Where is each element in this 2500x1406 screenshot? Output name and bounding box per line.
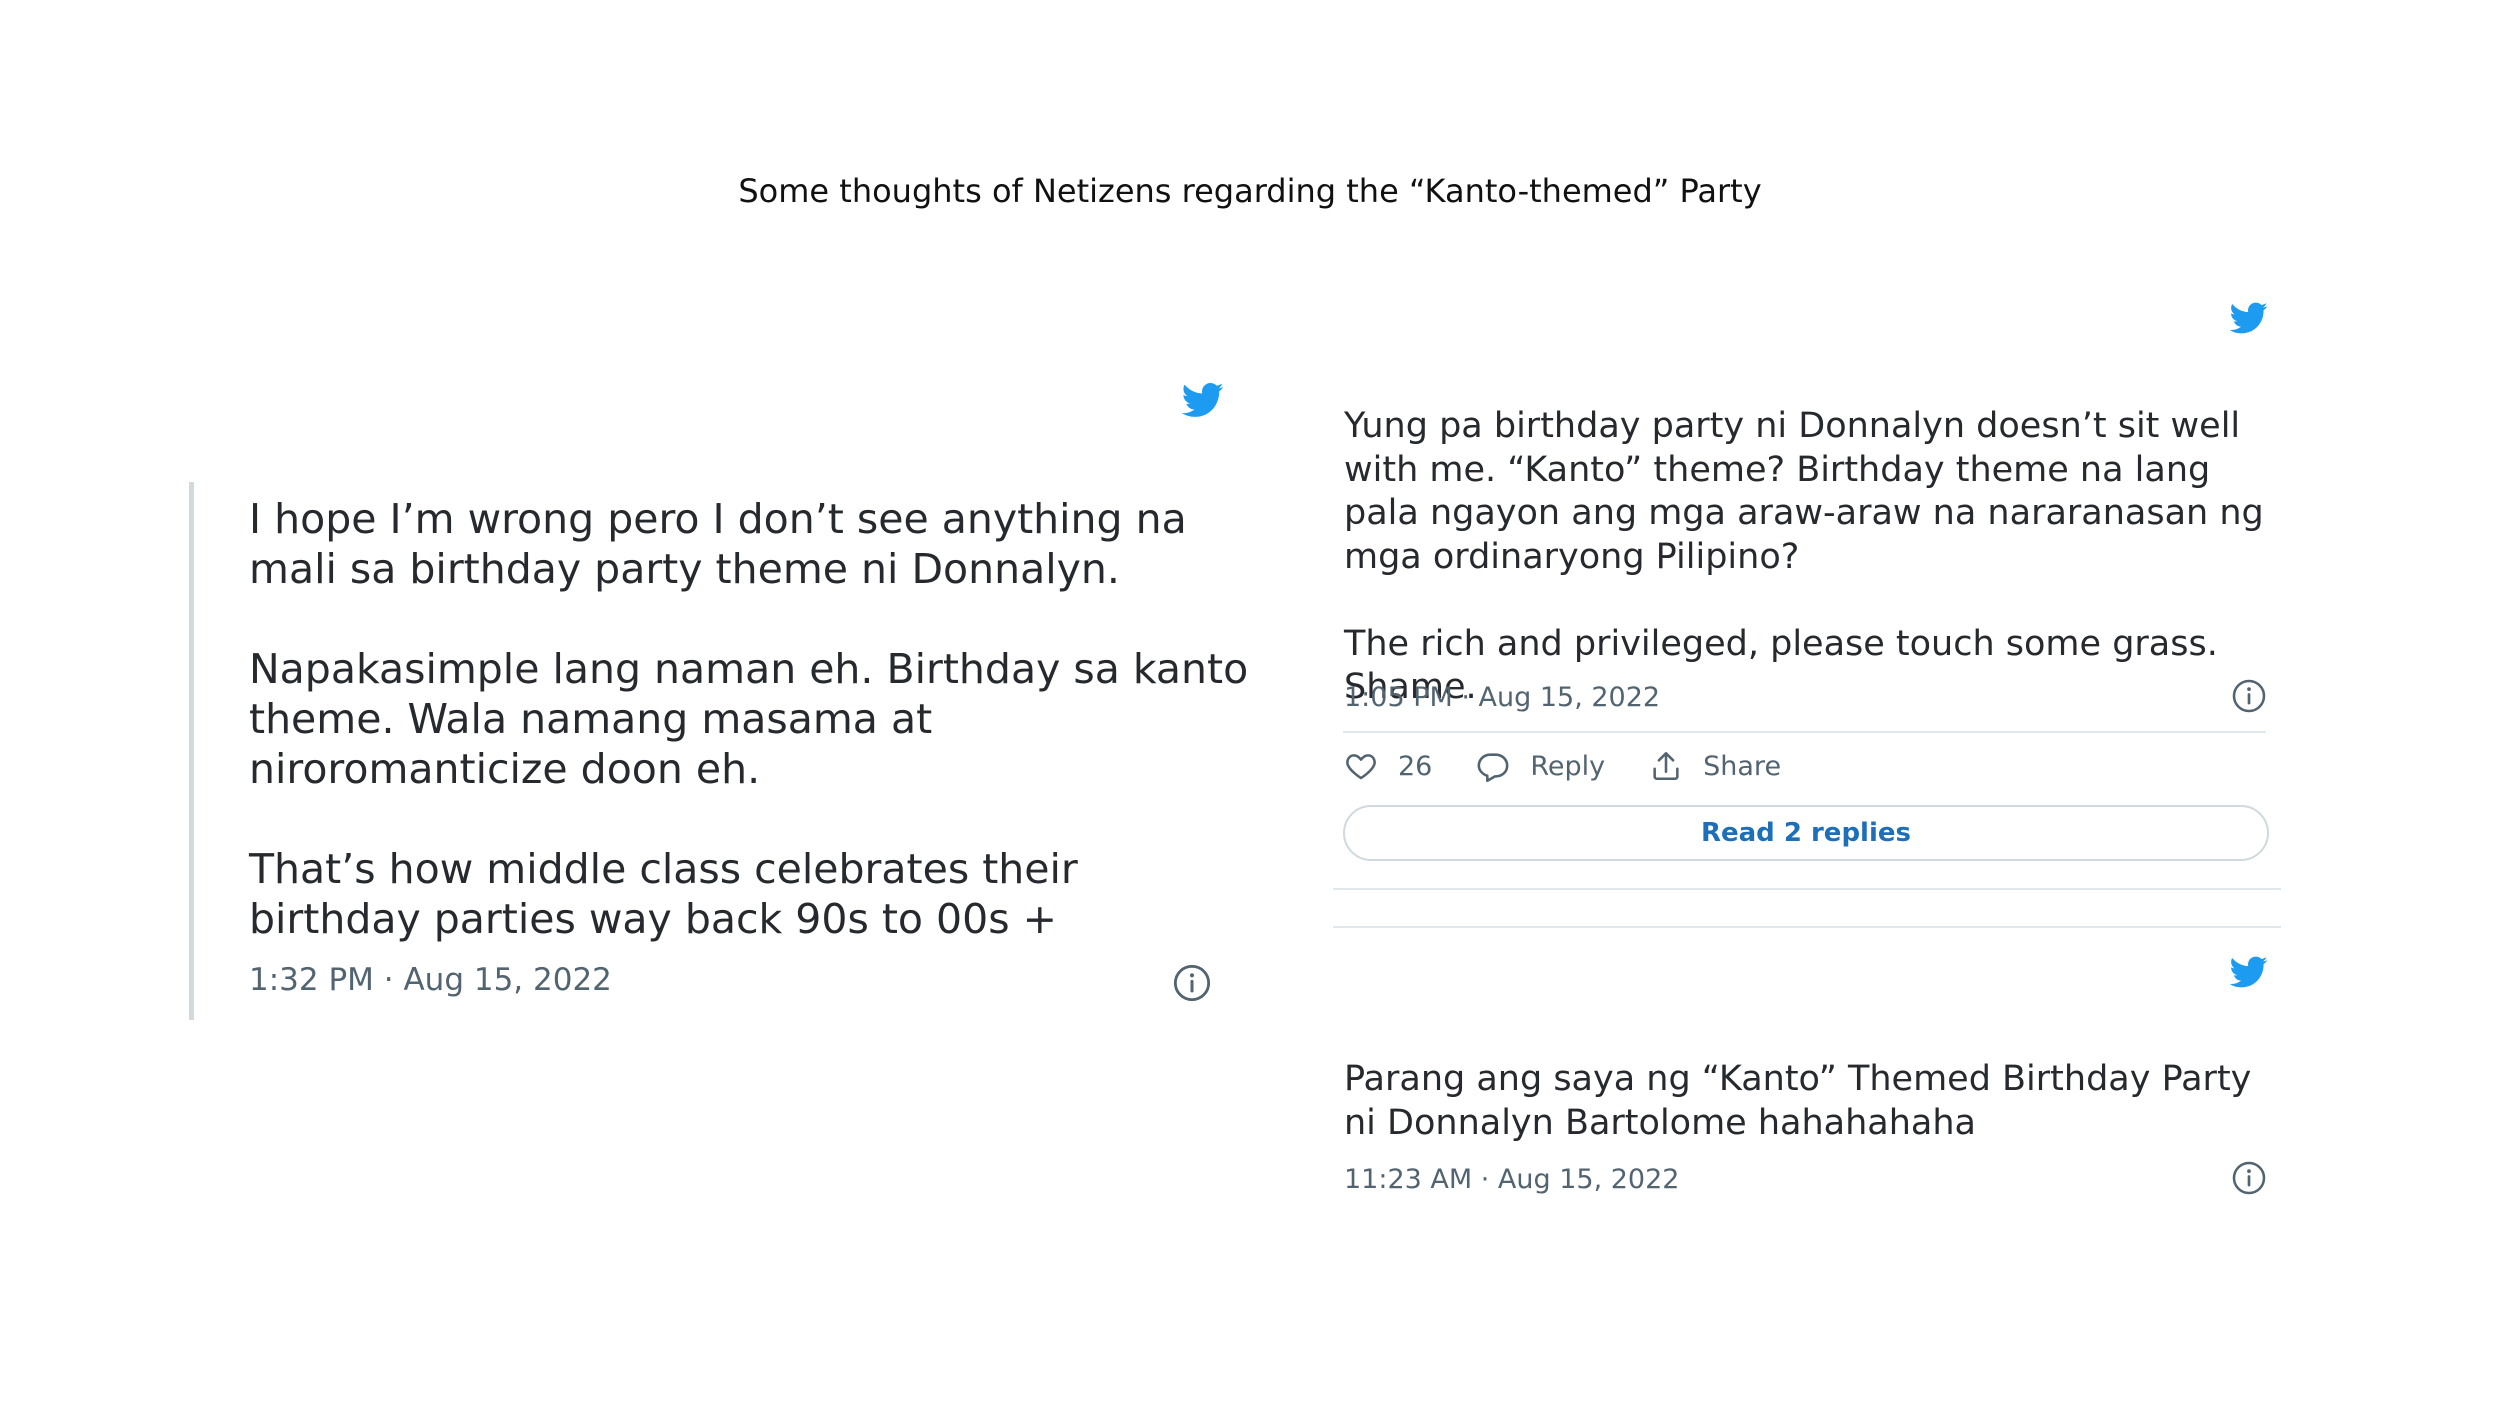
twitter-bird-icon[interactable] <box>2225 952 2271 992</box>
share-button[interactable]: Share <box>1649 749 1781 783</box>
tweet-timestamp[interactable]: 11:23 AM · Aug 15, 2022 <box>1344 1164 1679 1195</box>
tweet-text: Parang ang saya ng “Kanto” Themed Birthd… <box>1344 1058 2274 1145</box>
tweet-actions: 26 Reply Share <box>1344 746 1781 786</box>
divider <box>1333 888 2281 890</box>
tweet-timestamp[interactable]: 1:32 PM · Aug 15, 2022 <box>249 962 612 998</box>
heart-icon <box>1346 754 1376 780</box>
divider <box>1333 926 2281 928</box>
twitter-bird-icon[interactable] <box>1176 378 1228 422</box>
tweet-timestamp[interactable]: 1:05 PM · Aug 15, 2022 <box>1344 682 1660 713</box>
info-icon[interactable] <box>2231 678 2267 714</box>
tweet-paragraph: Yung pa birthday party ni Donnalyn doesn… <box>1344 406 2264 577</box>
share-label: Share <box>1703 750 1782 782</box>
info-icon[interactable] <box>1172 963 1212 1003</box>
blockquote-bar <box>189 482 194 1020</box>
twitter-bird-icon[interactable] <box>2225 298 2271 338</box>
page-title: Some thoughts of Netizens regarding the … <box>738 172 1762 210</box>
divider <box>1343 731 2266 733</box>
share-icon <box>1653 751 1679 781</box>
tweet-paragraph: I hope I’m wrong pero I don’t see anythi… <box>249 495 1187 593</box>
info-icon[interactable] <box>2231 1160 2267 1196</box>
tweet-paragraph: That’s how middle class celebrates their… <box>249 845 1078 943</box>
tweet-text: Yung pa birthday party ni Donnalyn doesn… <box>1344 405 2274 710</box>
like-button[interactable]: 26 <box>1344 749 1432 783</box>
tweet-paragraph: Napakasimple lang naman eh. Birthday sa … <box>249 645 1249 793</box>
tweet-text: I hope I’m wrong pero I don’t see anythi… <box>249 494 1259 944</box>
reply-label: Reply <box>1530 750 1606 782</box>
reply-bubble-icon <box>1477 753 1509 783</box>
reply-button[interactable]: Reply <box>1476 749 1605 783</box>
read-replies-button[interactable]: Read 2 replies <box>1343 805 2269 861</box>
tweet-paragraph: Parang ang saya ng “Kanto” Themed Birthd… <box>1344 1059 2252 1143</box>
like-count: 26 <box>1398 750 1433 782</box>
